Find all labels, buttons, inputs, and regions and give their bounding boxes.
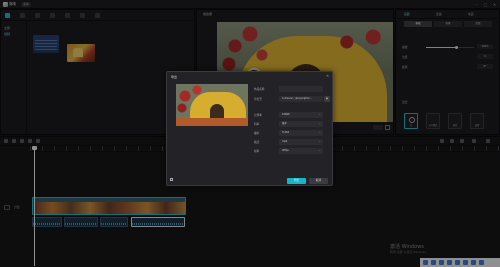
app-window: 剪映 菜单 – □ ✕ 全部 视频 播放器 画面 变速 动画 基础 抠像 蒙版 …: [0, 0, 500, 267]
framerate-row: 帧率 30fps: [254, 148, 330, 154]
export-path-input[interactable]: C:/Users/.../JianyingPro/...: [279, 96, 323, 102]
export-name-row: 作品名称: [254, 86, 330, 92]
field-label: 分辨率: [254, 114, 262, 117]
framerate-select[interactable]: 30fps: [279, 148, 323, 154]
export-button[interactable]: 导出: [287, 178, 306, 184]
field-label: 导出至: [254, 98, 262, 101]
bitrate-row: 码率 推荐: [254, 121, 330, 127]
cancel-button[interactable]: 取消: [309, 178, 328, 184]
codec-select[interactable]: H.264: [279, 130, 323, 136]
close-icon[interactable]: ✕: [326, 74, 329, 78]
export-preview-thumbnail[interactable]: [176, 84, 248, 126]
field-label: 码率: [254, 123, 260, 126]
resolution-row: 分辨率 1080P: [254, 112, 330, 118]
format-select[interactable]: mp4: [279, 139, 323, 145]
export-name-input[interactable]: [279, 86, 323, 92]
bitrate-select[interactable]: 推荐: [279, 121, 323, 127]
field-label: 帧率: [254, 150, 260, 153]
export-dialog: 导出 ✕ 作品名称 导出至 C:/Users/.../JianyingPro/.…: [166, 71, 333, 186]
format-row: 格式 mp4: [254, 139, 330, 145]
field-label: 编码: [254, 132, 260, 135]
dialog-title: 导出: [171, 75, 178, 79]
checkbox[interactable]: [170, 178, 173, 181]
browse-folder-button[interactable]: ▣: [324, 96, 330, 102]
resolution-select[interactable]: 1080P: [279, 112, 323, 118]
field-label: 格式: [254, 141, 260, 144]
codec-row: 编码 H.264: [254, 130, 330, 136]
field-label: 作品名称: [254, 88, 265, 91]
export-path-row: 导出至 C:/Users/.../JianyingPro/... ▣: [254, 96, 330, 102]
